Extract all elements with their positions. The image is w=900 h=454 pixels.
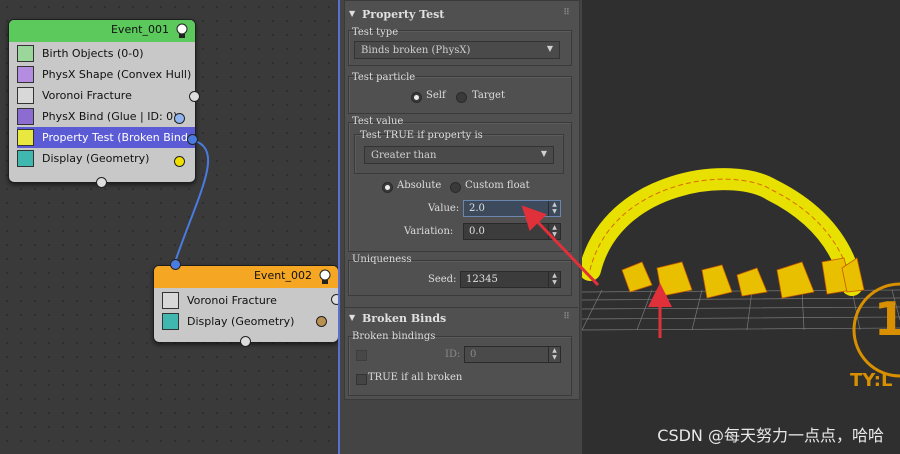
target-label: Target [472, 90, 505, 101]
true-if-all-broken-label: TRUE if all broken [368, 372, 463, 383]
broken-bindings-checkbox[interactable] [356, 350, 367, 361]
test-true-label: Test TRUE if property is [360, 130, 483, 141]
physx-shape-icon [17, 66, 34, 83]
operator-label: Voronoi Fracture [187, 294, 277, 307]
ground-grid [582, 289, 900, 331]
event-002-output-port[interactable] [240, 336, 251, 347]
operator-label: Display (Geometry) [42, 152, 150, 165]
spinner-arrows-icon[interactable]: ▲ ▼ [548, 224, 560, 239]
variation-spinner[interactable]: 0.0 ▲ ▼ [463, 223, 561, 240]
collapse-triangle-icon: ▼ [349, 8, 356, 18]
value-spinner[interactable]: 2.0 ▲ ▼ [463, 200, 561, 217]
debris-fragments [621, 257, 865, 299]
viewport-scene: TY:L 1 [582, 168, 900, 391]
rollout-title: Broken Binds [362, 312, 447, 325]
voronoi-fracture-icon [162, 292, 179, 309]
particle-view-canvas[interactable]: Event_001 Birth Objects (0-0) PhysX Shap… [0, 0, 342, 454]
voronoi-fracture-icon [17, 87, 34, 104]
operator-label: Property Test (Broken Bind... [42, 131, 195, 144]
event-002-input-port[interactable] [170, 259, 181, 270]
event-001-node[interactable]: Event_001 Birth Objects (0-0) PhysX Shap… [8, 19, 200, 188]
test-type-dropdown[interactable]: Binds broken (PhysX) ▼ [354, 41, 560, 59]
voronoi-output-port[interactable] [189, 91, 200, 102]
operator-label: Display (Geometry) [187, 315, 295, 328]
display-color-swatch[interactable] [174, 156, 185, 167]
collapse-triangle-icon: ▼ [349, 312, 356, 322]
self-label: Self [426, 90, 446, 101]
custom-float-label: Custom float [465, 180, 530, 191]
chevron-down-icon: ▼ [540, 149, 547, 158]
comparison-dropdown[interactable]: Greater than ▼ [364, 146, 554, 164]
operator-birth-objects[interactable]: Birth Objects (0-0) [17, 43, 191, 64]
property-test-output-port[interactable] [187, 134, 198, 145]
seed-spinner[interactable]: 12345 ▲ ▼ [460, 271, 561, 288]
parameters-panel: ▼ Property Test ⠿ Test type Binds broken… [338, 0, 582, 454]
event-001-title: Event_001 [110, 23, 169, 36]
event-002-title: Event_002 [253, 269, 312, 282]
display-color-swatch-2[interactable] [316, 316, 327, 327]
event-002-node[interactable]: Event_002 Voronoi Fracture Display (Geom… [153, 259, 342, 347]
test-particle-label: Test particle [352, 72, 416, 83]
absolute-label: Absolute [397, 180, 442, 191]
seed-field[interactable]: 12345 [466, 274, 498, 285]
chevron-down-icon: ▼ [546, 44, 553, 53]
broken-bindings-label: Broken bindings [352, 331, 436, 342]
event-001-header[interactable]: Event_001 [9, 20, 195, 42]
rollout-title: Property Test [362, 8, 445, 21]
birth-objects-icon [17, 45, 34, 62]
operator-property-test[interactable]: Property Test (Broken Bind... [17, 127, 195, 148]
event-001-output-port[interactable] [96, 177, 107, 188]
operator-physx-bind[interactable]: PhysX Bind (Glue | ID: 0) [17, 106, 191, 127]
test-type-value: Binds broken (PhysX) [361, 45, 471, 56]
id-label: ID: [445, 349, 461, 360]
operator-physx-shape[interactable]: PhysX Shape (Convex Hull) [17, 64, 191, 85]
property-test-rollout-header[interactable]: ▼ Property Test ⠿ [344, 6, 578, 24]
3d-viewport[interactable]: TY:L 1 CSDN @每天努力一点点，哈哈 [582, 0, 900, 454]
value-field[interactable]: 2.0 [469, 203, 485, 214]
spinner-arrows-icon[interactable]: ▲ ▼ [548, 347, 560, 362]
variation-field[interactable]: 0.0 [469, 226, 485, 237]
self-radio[interactable] [411, 92, 422, 103]
spinner-arrows-icon[interactable]: ▲ ▼ [548, 272, 560, 287]
display-geometry-icon [162, 313, 179, 330]
operator-label: Voronoi Fracture [42, 89, 132, 102]
operator-label: Birth Objects (0-0) [42, 47, 144, 60]
logo-digit: 1 [874, 292, 900, 346]
lightbulb-icon[interactable] [175, 23, 189, 39]
broken-bindings-group [348, 336, 572, 396]
bind-indicator-port [174, 113, 185, 124]
logo-text: TY:L [850, 370, 892, 391]
display-geometry-icon [17, 150, 34, 167]
operator-voronoi-fracture[interactable]: Voronoi Fracture [17, 85, 191, 106]
comparison-value: Greater than [371, 150, 437, 161]
broken-binds-rollout-header[interactable]: ▼ Broken Binds ⠿ [344, 310, 578, 328]
custom-float-radio[interactable] [450, 182, 461, 193]
operator-display-geometry[interactable]: Display (Geometry) [17, 148, 191, 169]
id-field[interactable]: 0 [470, 349, 476, 360]
absolute-radio[interactable] [382, 182, 393, 193]
target-radio[interactable] [456, 92, 467, 103]
value-label: Value: [428, 203, 460, 214]
true-if-all-broken-checkbox[interactable] [356, 374, 367, 385]
operator-label: PhysX Bind (Glue | ID: 0) [42, 110, 178, 123]
operator-voronoi-fracture-2[interactable]: Voronoi Fracture [162, 290, 334, 311]
rollout-divider [344, 307, 578, 308]
id-spinner[interactable]: 0 ▲ ▼ [464, 346, 561, 363]
seed-label: Seed: [428, 274, 457, 285]
grip-icon: ⠿ [562, 312, 570, 322]
property-test-icon [17, 129, 34, 146]
operator-label: PhysX Shape (Convex Hull) [42, 68, 191, 81]
operator-display-geometry-2[interactable]: Display (Geometry) [162, 311, 334, 332]
watermark: CSDN @每天努力一点点，哈哈 [657, 426, 884, 445]
spinner-arrows-icon[interactable]: ▲ ▼ [548, 201, 560, 216]
test-type-label: Test type [352, 27, 399, 38]
test-value-label: Test value [352, 116, 404, 127]
lightbulb-icon[interactable] [318, 269, 332, 285]
variation-label: Variation: [404, 226, 454, 237]
event-002-header[interactable]: Event_002 [154, 266, 338, 288]
physx-bind-icon [17, 108, 34, 125]
uniqueness-label: Uniqueness [352, 254, 412, 265]
grip-icon: ⠿ [562, 8, 570, 18]
